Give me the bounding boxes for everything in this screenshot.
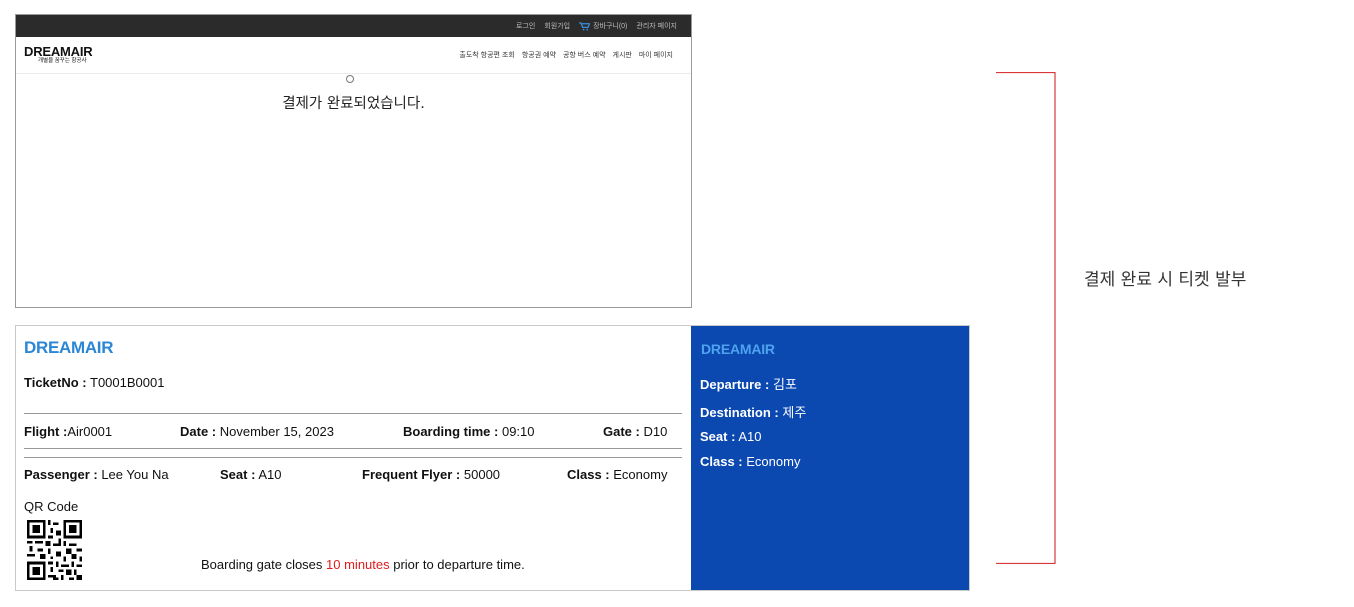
qr-code-label: QR Code [24, 499, 79, 514]
nav-item-ticket-booking[interactable]: 항공권 예약 [522, 50, 556, 60]
notice-text-start: Boarding gate closes [201, 557, 327, 572]
seat-value: A10 [258, 467, 282, 482]
frequent-flyer-label: Frequent Flyer : [362, 467, 461, 482]
date-value: November 15, 2023 [219, 424, 334, 439]
seat-label: Seat : [220, 467, 256, 482]
nav-item-bus-booking[interactable]: 공항 버스 예약 [563, 50, 606, 60]
logo-text: DREAMAIR [24, 44, 93, 60]
divider [24, 457, 682, 458]
stub-class-value: Economy [746, 454, 801, 469]
ticket-number-value: T0001B0001 [90, 375, 165, 390]
date-field: Date : November 15, 2023 [180, 424, 334, 439]
stub-class-label: Class : [700, 454, 743, 469]
frequent-flyer-value: 50000 [463, 467, 501, 482]
annotation-label: 결제 완료 시 티켓 발부 [1084, 270, 1247, 290]
ticket-stub: DREAMAIR Departure : 김포 Destination : 제주… [691, 326, 969, 590]
signup-link[interactable]: 회원가입 [544, 21, 570, 31]
boarding-notice: Boarding gate closes 10 minutes prior to… [201, 557, 525, 572]
stub-seat-label: Seat : [700, 429, 736, 444]
boarding-time-field: Boarding time : 09:10 [403, 424, 535, 439]
stub-seat: Seat : A10 [700, 429, 761, 444]
admin-page-link[interactable]: 관리자 페이지 [636, 21, 677, 31]
date-label: Date : [180, 424, 217, 439]
nav-item-board[interactable]: 게시판 [613, 50, 632, 60]
class-label: Class : [567, 467, 610, 482]
login-link[interactable]: 로그인 [516, 21, 535, 31]
main-navbar: DREAMAIR 개별을 꿈꾸는 항공사 출도착 항공편 조회 항공권 예약 공… [16, 37, 691, 74]
boarding-ticket: DREAMAIR TicketNo : T0001B0001 Flight :A… [15, 325, 970, 591]
gate-field: Gate : D10 [603, 424, 667, 439]
gate-label: Gate : [603, 424, 640, 439]
boarding-time-label: Boarding time : [403, 424, 499, 439]
top-utility-bar: 로그인 회원가입 장바구니(0) 관리자 페이지 [16, 15, 691, 37]
flight-field: Flight :Air0001 [24, 424, 112, 439]
stub-destination-label: Destination : [700, 405, 779, 420]
stub-destination: Destination : 제주 [700, 402, 806, 421]
ticket-number: TicketNo : T0001B0001 [24, 375, 164, 390]
stub-class: Class : Economy [700, 454, 800, 469]
smile-icon [346, 75, 354, 83]
stub-departure-label: Departure : [700, 377, 770, 392]
nav-item-flight-status[interactable]: 출도착 항공편 조회 [459, 50, 514, 60]
qr-code-icon [27, 520, 82, 580]
cart-icon [579, 21, 591, 31]
frequent-flyer-field: Frequent Flyer : 50000 [362, 467, 500, 482]
stub-departure-value: 김포 [772, 377, 797, 392]
flight-label: Flight : [24, 424, 68, 439]
nav-item-my-page[interactable]: 마이 페이지 [639, 50, 673, 60]
stub-destination-value: 제주 [782, 405, 807, 420]
stub-departure: Departure : 김포 [700, 374, 797, 393]
dreamair-logo[interactable]: DREAMAIR 개별을 꿈꾸는 항공사 [24, 44, 93, 65]
stub-seat-value: A10 [738, 429, 762, 444]
nav-menu: 출도착 항공편 조회 항공권 예약 공항 버스 예약 게시판 마이 페이지 [459, 50, 673, 60]
cart-label: 장바구니(0) [593, 23, 628, 30]
bracket-connector [996, 72, 1056, 564]
passenger-value: Lee You Na [101, 467, 169, 482]
gate-value: D10 [643, 424, 668, 439]
payment-complete-screenshot: 로그인 회원가입 장바구니(0) 관리자 페이지 DREAMAIR 개별을 꿈꾸… [15, 14, 692, 308]
ticket-brand-logo: DREAMAIR [24, 338, 114, 357]
passenger-label: Passenger : [24, 467, 98, 482]
payment-complete-message: 결제가 완료되었습니다. [282, 96, 425, 112]
boarding-time-value: 09:10 [501, 424, 535, 439]
divider [24, 448, 682, 449]
class-field: Class : Economy [567, 467, 667, 482]
seat-field: Seat : A10 [220, 467, 281, 482]
cart-link[interactable]: 장바구니(0) [579, 21, 627, 31]
ticket-main-section: DREAMAIR TicketNo : T0001B0001 Flight :A… [16, 326, 692, 590]
passenger-field: Passenger : Lee You Na [24, 467, 169, 482]
stub-brand-logo: DREAMAIR [701, 341, 775, 357]
divider [24, 413, 682, 414]
ticket-number-label: TicketNo : [24, 375, 87, 390]
notice-text-end: prior to departure time. [389, 557, 525, 572]
flight-value: Air0001 [67, 424, 113, 439]
notice-highlight: 10 minutes [326, 557, 390, 572]
logo-tagline: 개별을 꿈꾸는 항공사 [38, 58, 87, 65]
class-value: Economy [613, 467, 668, 482]
